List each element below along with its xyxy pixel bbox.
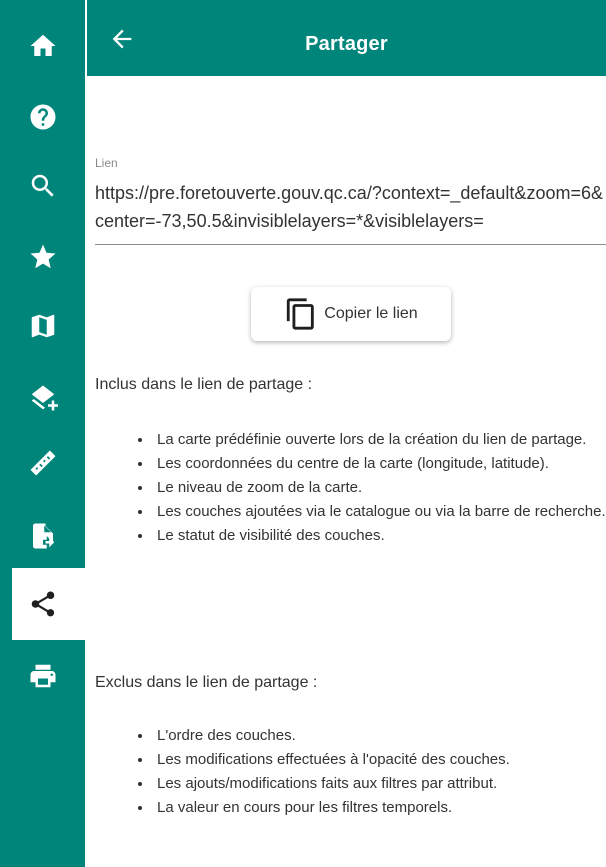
sidebar-item-home[interactable] bbox=[0, 10, 85, 82]
sidebar-item-map[interactable] bbox=[0, 290, 85, 362]
copy-icon bbox=[287, 298, 315, 330]
included-title: Inclus dans le lien de partage : bbox=[95, 376, 313, 393]
sidebar-item-search[interactable] bbox=[0, 150, 85, 222]
share-icon bbox=[31, 591, 54, 617]
app: Partager Lien https://pre.foretouverte.g… bbox=[0, 0, 606, 867]
panel-header: Partager bbox=[87, 0, 606, 76]
link-field-underline bbox=[95, 244, 606, 245]
add-layer-icon bbox=[31, 385, 58, 411]
ruler-icon bbox=[30, 450, 55, 476]
sidebar-item-export[interactable] bbox=[0, 500, 85, 572]
home-icon bbox=[30, 34, 55, 56]
list-item: La carte prédéfinie ouverte lors de la c… bbox=[153, 428, 606, 452]
list-item: Les ajouts/modifications faits aux filtr… bbox=[153, 772, 606, 796]
sidebar-divider bbox=[85, 0, 87, 867]
list-item: Le statut de visibilité des couches. bbox=[153, 524, 606, 548]
sidebar-item-measure[interactable] bbox=[0, 427, 85, 499]
list-item: La valeur en cours pour les filtres temp… bbox=[153, 796, 606, 820]
list-item: Les modifications effectuées à l'opacité… bbox=[153, 748, 606, 772]
copy-link-button[interactable]: Copier le lien bbox=[251, 287, 451, 341]
list-item: Le niveau de zoom de la carte. bbox=[153, 476, 606, 500]
search-icon bbox=[31, 174, 54, 197]
list-item: Les couches ajoutées via le catalogue ou… bbox=[153, 500, 606, 524]
copy-link-label: Copier le lien bbox=[324, 305, 418, 322]
sidebar-item-print[interactable] bbox=[0, 640, 85, 712]
help-icon bbox=[30, 104, 55, 130]
file-export-icon bbox=[32, 523, 54, 549]
link-field-label: Lien bbox=[95, 156, 118, 170]
map-icon bbox=[31, 314, 54, 338]
included-list: La carte prédéfinie ouverte lors de la c… bbox=[95, 428, 606, 548]
star-icon bbox=[30, 244, 55, 269]
sidebar bbox=[0, 0, 85, 867]
excluded-list: L'ordre des couches. Les modifications e… bbox=[95, 724, 606, 820]
sidebar-item-share[interactable] bbox=[12, 568, 85, 640]
list-item: Les coordonnées du centre de la carte (l… bbox=[153, 452, 606, 476]
page-title: Partager bbox=[305, 33, 388, 55]
print-icon bbox=[30, 664, 55, 688]
sidebar-item-favorites[interactable] bbox=[0, 221, 85, 293]
link-field[interactable]: https://pre.foretouverte.gouv.qc.ca/?con… bbox=[95, 179, 606, 243]
sidebar-item-add-layer[interactable] bbox=[0, 362, 85, 434]
list-item: L'ordre des couches. bbox=[153, 724, 606, 748]
excluded-title: Exclus dans le lien de partage : bbox=[95, 674, 318, 691]
sidebar-item-help[interactable] bbox=[0, 81, 85, 153]
